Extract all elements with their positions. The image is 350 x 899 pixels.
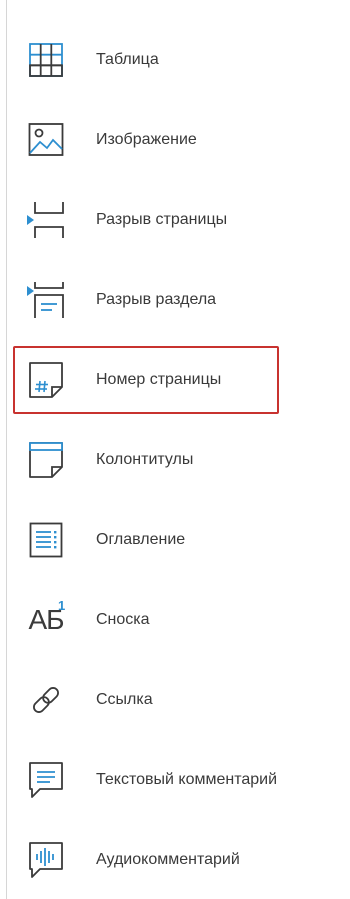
menu-item-label: Колонтитулы	[96, 451, 194, 468]
table-icon	[20, 34, 72, 86]
menu-item-image[interactable]: Изображение	[0, 100, 350, 180]
menu-item-label: Оглавление	[96, 531, 186, 548]
insert-menu: Таблица Изображение Разрыв страницы Разр…	[0, 0, 350, 899]
menu-item-audio-comment[interactable]: Аудиокомментарий	[0, 820, 350, 899]
menu-item-label: Таблица	[96, 51, 159, 68]
menu-item-label: Сноска	[96, 611, 150, 628]
page-break-icon	[20, 194, 72, 246]
section-break-icon	[20, 274, 72, 326]
header-footer-icon	[20, 434, 72, 486]
menu-item-label: Разрыв раздела	[96, 291, 217, 308]
audio-comment-icon	[20, 834, 72, 886]
menu-item-label: Изображение	[96, 131, 197, 148]
menu-item-page-number[interactable]: Номер страницы	[0, 340, 350, 420]
menu-item-section-break[interactable]: Разрыв раздела	[0, 260, 350, 340]
menu-item-footnote[interactable]: АБ 1 Сноска	[0, 580, 350, 660]
footnote-icon: АБ 1	[20, 594, 72, 646]
footnote-superscript: 1	[58, 598, 66, 613]
image-icon	[20, 114, 72, 166]
page-number-icon	[20, 354, 72, 406]
menu-item-table-of-contents[interactable]: Оглавление	[0, 500, 350, 580]
menu-item-label: Текстовый комментарий	[96, 771, 278, 788]
table-of-contents-icon	[20, 514, 72, 566]
link-icon	[20, 674, 72, 726]
menu-item-label: Ссылка	[96, 691, 153, 708]
menu-item-label: Разрыв страницы	[96, 211, 228, 228]
text-comment-icon	[20, 754, 72, 806]
menu-item-label: Аудиокомментарий	[96, 851, 240, 868]
menu-item-table[interactable]: Таблица	[0, 20, 350, 100]
menu-item-page-break[interactable]: Разрыв страницы	[0, 180, 350, 260]
menu-item-text-comment[interactable]: Текстовый комментарий	[0, 740, 350, 820]
menu-item-link[interactable]: Ссылка	[0, 660, 350, 740]
menu-item-label: Номер страницы	[96, 371, 222, 388]
menu-item-header-footer[interactable]: Колонтитулы	[0, 420, 350, 500]
